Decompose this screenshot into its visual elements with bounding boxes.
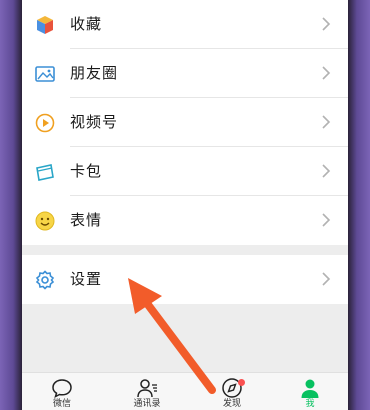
menu-item-channels[interactable]: 视频号 <box>22 98 348 147</box>
menu-item-stickers[interactable]: 表情 <box>22 196 348 245</box>
chevron-right-icon <box>322 115 331 129</box>
chevron-right-icon <box>322 272 331 286</box>
gear-icon <box>34 269 56 291</box>
tab-me[interactable]: 我 <box>280 377 340 410</box>
contacts-icon <box>137 379 157 398</box>
chevron-right-icon <box>322 66 331 80</box>
notification-badge <box>238 379 245 386</box>
tab-label: 微信 <box>52 399 71 409</box>
chat-bubble-icon <box>52 379 72 398</box>
channels-play-icon <box>34 112 56 134</box>
section-gap <box>22 245 348 255</box>
tab-chats[interactable]: 微信 <box>32 377 92 410</box>
menu-item-favorites[interactable]: 收藏 <box>22 0 348 49</box>
tab-discover[interactable]: 发现 <box>202 377 262 410</box>
me-menu-list: 收藏 朋友圈 视频号 卡包 表情 <box>22 0 348 245</box>
sticker-smile-icon <box>34 210 56 232</box>
tab-contacts[interactable]: 通讯录 <box>117 377 177 410</box>
phone-bezel-right <box>348 0 370 410</box>
me-page-screen: 收藏 朋友圈 视频号 卡包 表情 设置 微信 通讯录 发现 我 <box>22 0 348 410</box>
tab-label: 通讯录 <box>133 399 161 409</box>
menu-item-settings[interactable]: 设置 <box>22 255 348 304</box>
tab-label: 我 <box>305 399 315 409</box>
menu-item-label: 收藏 <box>70 15 103 33</box>
menu-item-label: 视频号 <box>70 113 119 131</box>
menu-item-card-wallet[interactable]: 卡包 <box>22 147 348 196</box>
menu-item-label: 卡包 <box>70 162 103 180</box>
favorites-cube-icon <box>34 14 56 36</box>
tab-label: 发现 <box>222 399 241 409</box>
chevron-right-icon <box>322 164 331 178</box>
menu-item-label: 朋友圈 <box>70 64 119 82</box>
card-wallet-icon <box>34 161 56 183</box>
phone-bezel-left <box>0 0 22 410</box>
chevron-right-icon <box>322 17 331 31</box>
settings-label: 设置 <box>70 270 103 288</box>
person-icon <box>301 379 319 398</box>
chevron-right-icon <box>322 213 331 227</box>
moments-picture-icon <box>34 63 56 85</box>
menu-item-label: 表情 <box>70 211 103 229</box>
bottom-tab-bar: 微信 通讯录 发现 我 <box>22 372 348 410</box>
menu-item-moments[interactable]: 朋友圈 <box>22 49 348 98</box>
